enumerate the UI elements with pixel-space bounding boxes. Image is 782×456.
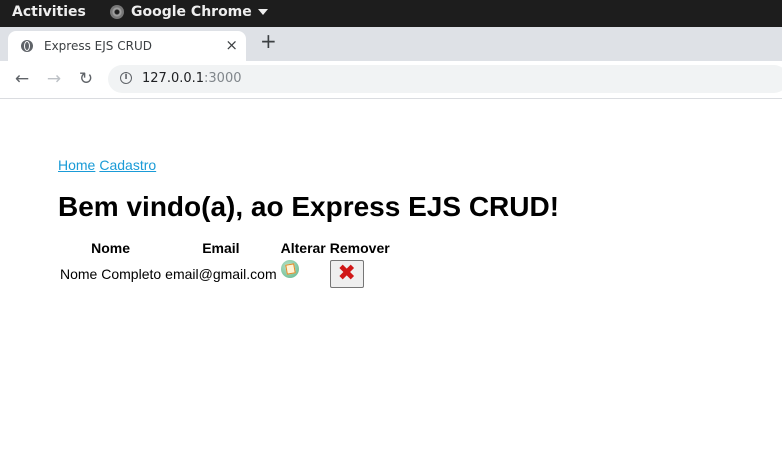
chrome-icon [110,5,124,19]
edit-icon[interactable] [280,260,299,278]
tab-strip: Express EJS CRUD × [0,27,782,61]
activities-button[interactable]: Activities [12,4,86,20]
users-table: Nome Email Alterar Remover Nome Completo… [57,237,393,291]
url-port: :3000 [204,71,242,86]
site-info-icon[interactable]: i [120,72,132,84]
tab-express-ejs-crud[interactable]: Express EJS CRUD × [8,31,246,61]
red-x-icon: ✖ [337,261,356,286]
table-header-row: Nome Email Alterar Remover [59,239,391,257]
column-header-email: Email [202,240,240,256]
cell-email: email@gmail.com [165,266,277,282]
nav-link-cadastro[interactable]: Cadastro [99,157,156,173]
column-header-remover: Remover [329,240,390,256]
new-tab-button[interactable]: + [260,31,277,51]
column-header-alterar: Alterar [280,240,326,256]
reload-button[interactable]: ↻ [74,68,98,90]
url-host: 127.0.0.1 [142,71,205,86]
cell-remover: ✖ [329,259,391,289]
cell-nome: Nome Completo [60,266,162,282]
nav-link-home[interactable]: Home [58,157,95,173]
address-bar[interactable]: i 127.0.0.1:3000 [108,65,782,93]
page-content: Home Cadastro Bem vindo(a), ao Express EJ… [58,157,559,291]
forward-button[interactable]: → [42,68,66,90]
remove-button[interactable]: ✖ [329,260,364,288]
globe-icon [21,40,33,52]
browser-toolbar: ← → ↻ i 127.0.0.1:3000 [0,61,782,99]
back-button[interactable]: ← [10,68,34,90]
tab-close-icon[interactable]: × [225,36,238,54]
column-header-nome: Nome [91,240,131,256]
gnome-top-bar: Activities Google Chrome [0,0,782,27]
caret-down-icon [257,9,268,15]
cell-alterar [280,259,327,289]
page-title: Bem vindo(a), ao Express EJS CRUD! [58,191,560,222]
app-menu[interactable]: Google Chrome [110,4,268,20]
table-row: Nome Completo email@gmail.com ✖ [59,259,391,289]
url-text[interactable]: 127.0.0.1:3000 [142,71,242,86]
tab-title: Express EJS CRUD [44,39,152,53]
app-name: Google Chrome [131,4,252,20]
page-nav: Home Cadastro [58,157,559,175]
